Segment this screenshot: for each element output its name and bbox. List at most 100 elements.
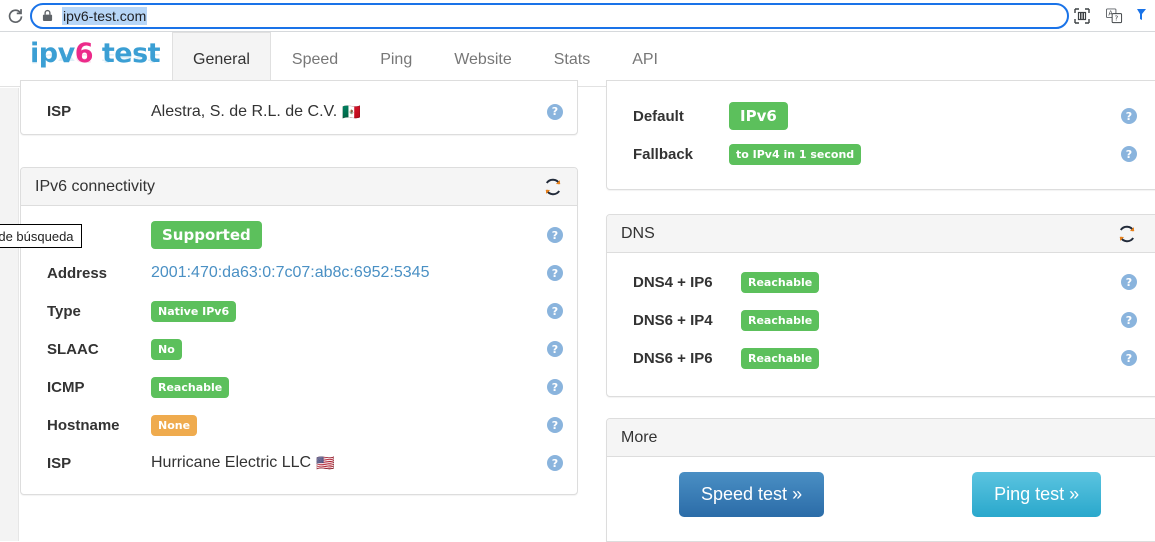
row-label-isp: ISP <box>47 455 151 472</box>
isp-row-label: ISP <box>47 103 151 120</box>
tab-ping-label: Ping <box>380 51 412 69</box>
tab-stats[interactable]: Stats <box>533 32 611 87</box>
status-badge: Reachable <box>741 348 819 369</box>
refresh-icon[interactable] <box>543 177 563 197</box>
status-badge: Native IPv6 <box>151 301 236 322</box>
more-panel-title: More <box>621 429 657 447</box>
help-icon[interactable]: ? <box>1121 108 1137 124</box>
tab-ping[interactable]: Ping <box>359 32 433 87</box>
tooltip-text: érmino de búsqueda <box>0 229 74 244</box>
translate-icon[interactable]: A ? <box>1105 7 1123 25</box>
row-value-address: 2001:470:da63:0:7c07:ab8c:6952:5345 <box>151 264 547 282</box>
help-icon[interactable]: ? <box>1121 146 1137 162</box>
tab-api-label: API <box>632 51 658 69</box>
ipv6-panel-title: IPv6 connectivity <box>35 178 155 196</box>
row-value-ipv6: Supported <box>151 221 547 249</box>
row-label-dns6-ip6: DNS6 + IP6 <box>633 350 741 367</box>
table-row: Address 2001:470:da63:0:7c07:ab8c:6952:5… <box>21 254 577 292</box>
table-row: IPv6 Supported ? <box>21 216 577 254</box>
table-row: ISP Hurricane Electric LLC 🇺🇸 ? <box>21 444 577 482</box>
left-gutter <box>0 88 19 541</box>
ipv6-address-link[interactable]: 2001:470:da63:0:7c07:ab8c:6952:5345 <box>151 264 429 282</box>
usa-flag-icon: 🇺🇸 <box>316 454 335 472</box>
ipv6-connectivity-panel: IPv6 connectivity IPv6 Supported ? <box>20 167 578 495</box>
row-value-type: Native IPv6 <box>151 301 547 322</box>
default-panel-body: Default IPv6 ? Fallback to IPv4 in 1 sec… <box>607 81 1155 183</box>
row-label-dns4-ip6: DNS4 + IP6 <box>633 274 741 291</box>
speed-test-button[interactable]: Speed test » <box>679 472 824 517</box>
table-row: ICMP Reachable ? <box>21 368 577 406</box>
refresh-icon[interactable] <box>1117 224 1137 244</box>
row-label-hostname: Hostname <box>47 417 151 434</box>
table-row: ISP Alestra, S. de R.L. de C.V. 🇲🇽 ? <box>21 81 577 136</box>
help-icon[interactable]: ? <box>1121 274 1137 290</box>
status-badge: Reachable <box>741 310 819 331</box>
site-header: ipv6 test ipv6 test General Speed Ping W… <box>0 32 1155 87</box>
search-term-tooltip: érmino de búsqueda <box>0 224 82 248</box>
url-input[interactable]: ipv6-test.com <box>62 7 147 25</box>
help-icon[interactable]: ? <box>1121 350 1137 366</box>
more-panel-header: More <box>607 419 1155 457</box>
tab-website[interactable]: Website <box>433 32 533 87</box>
help-icon[interactable]: ? <box>547 227 563 243</box>
help-icon[interactable]: ? <box>547 303 563 319</box>
browser-toolbar: ipv6-test.com A ? <box>0 0 1155 32</box>
row-value-isp: Hurricane Electric LLC 🇺🇸 <box>151 454 547 472</box>
help-icon[interactable]: ? <box>547 265 563 281</box>
url-bar[interactable]: ipv6-test.com <box>30 3 1069 29</box>
row-value-fallback: to IPv4 in 1 second <box>729 144 1121 165</box>
tab-website-label: Website <box>454 51 512 69</box>
tab-speed[interactable]: Speed <box>271 32 359 87</box>
main-nav-tabs: General Speed Ping Website Stats API <box>172 32 679 87</box>
row-value-slaac: No <box>151 339 547 360</box>
isp-panel: ISP Alestra, S. de R.L. de C.V. 🇲🇽 ? <box>20 80 578 135</box>
table-row: Type Native IPv6 ? <box>21 292 577 330</box>
isp-value-text: Alestra, S. de R.L. de C.V. <box>151 103 337 121</box>
row-label-default: Default <box>633 108 729 125</box>
table-row: SLAAC No ? <box>21 330 577 368</box>
row-label-address: Address <box>47 265 151 282</box>
reload-icon[interactable] <box>2 3 28 29</box>
row-label-dns6-ip4: DNS6 + IP4 <box>633 312 741 329</box>
dns-panel-header: DNS <box>607 215 1155 253</box>
default-fallback-panel: Default IPv6 ? Fallback to IPv4 in 1 sec… <box>606 80 1155 190</box>
more-panel-buttons: Speed test » Ping test » <box>607 457 1155 531</box>
row-value-default: IPv6 <box>729 102 1121 130</box>
site-logo[interactable]: ipv6 test <box>30 38 160 69</box>
isp-row-value: Alestra, S. de R.L. de C.V. 🇲🇽 <box>151 103 547 121</box>
qr-code-icon[interactable] <box>1073 7 1091 25</box>
help-icon[interactable]: ? <box>547 455 563 471</box>
table-row: DNS4 + IP6 Reachable ? <box>607 263 1155 301</box>
dns-panel-body: DNS4 + IP6 Reachable ? DNS6 + IP4 Reacha… <box>607 253 1155 387</box>
isp-value-text: Hurricane Electric LLC <box>151 454 311 472</box>
tab-general[interactable]: General <box>172 32 271 87</box>
logo-text-six: 6 <box>75 38 93 69</box>
status-badge: No <box>151 339 182 360</box>
dns-panel-title: DNS <box>621 225 655 243</box>
row-label-icmp: ICMP <box>47 379 151 396</box>
ipv6-panel-header: IPv6 connectivity <box>21 168 577 206</box>
help-icon[interactable]: ? <box>547 417 563 433</box>
status-badge: Reachable <box>151 377 229 398</box>
table-row: Fallback to IPv4 in 1 second ? <box>607 135 1155 173</box>
logo-text-suffix: test <box>93 38 160 69</box>
row-value-dns6-ip6: Reachable <box>741 348 1121 369</box>
status-badge: Supported <box>151 221 262 249</box>
table-row: DNS6 + IP4 Reachable ? <box>607 301 1155 339</box>
tab-api[interactable]: API <box>611 32 679 87</box>
page-content: ISP Alestra, S. de R.L. de C.V. 🇲🇽 ? érm… <box>0 88 1155 541</box>
browser-edge-indicator <box>1137 7 1147 25</box>
status-badge: None <box>151 415 197 436</box>
row-value-dns6-ip4: Reachable <box>741 310 1121 331</box>
help-icon[interactable]: ? <box>1121 312 1137 328</box>
help-icon[interactable]: ? <box>547 104 563 120</box>
help-icon[interactable]: ? <box>547 341 563 357</box>
tab-stats-label: Stats <box>554 51 590 69</box>
help-icon[interactable]: ? <box>547 379 563 395</box>
row-value-icmp: Reachable <box>151 377 547 398</box>
row-label-type: Type <box>47 303 151 320</box>
ping-test-button[interactable]: Ping test » <box>972 472 1101 517</box>
row-value-dns4-ip6: Reachable <box>741 272 1121 293</box>
ipv6-panel-body: IPv6 Supported ? Address 2001:470:da63:0… <box>21 206 577 492</box>
table-row: DNS6 + IP6 Reachable ? <box>607 339 1155 377</box>
